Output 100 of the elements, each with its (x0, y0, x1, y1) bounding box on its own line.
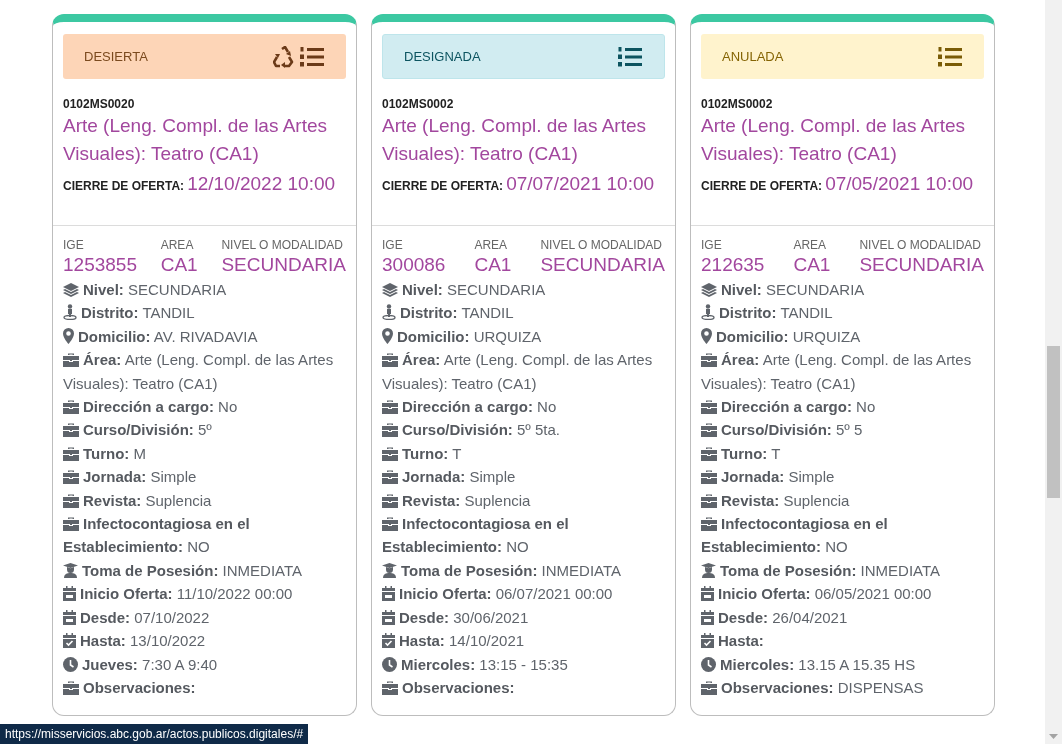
detail-row: Distrito: TANDIL (63, 301, 346, 325)
detail-row: Dirección a cargo: No (63, 395, 346, 419)
numbered-list-icon[interactable] (938, 46, 962, 67)
summary-label: IGE (63, 237, 85, 253)
detail-row: Desde: 26/04/2021 (701, 605, 984, 630)
closing-label: CIERRE DE OFERTA: (701, 178, 823, 195)
detail-row: Domicilio: URQUIZA (701, 324, 984, 349)
detail-row-text: Infectocontagiosa en el Establecimiento: NO (382, 514, 570, 558)
detail-row: Dirección a cargo: No (701, 395, 984, 419)
detail-row: Curso/División: 5º 5ta. (382, 418, 665, 442)
layers-icon (382, 283, 398, 297)
briefcase-icon (382, 400, 398, 415)
detail-row-text: Infectocontagiosa en el Establecimiento: NO (701, 514, 889, 558)
detail-row: Curso/División: 5º 5 (701, 418, 984, 442)
briefcase-icon (701, 493, 717, 508)
closing-label: CIERRE DE OFERTA: (63, 178, 185, 195)
detail-row: Revista: Suplencia (63, 488, 346, 513)
briefcase-icon (382, 517, 398, 532)
briefcase-icon (701, 680, 717, 695)
detail-row: Jornada: Simple (701, 465, 984, 489)
detail-row: Revista: Suplencia (701, 488, 984, 513)
briefcase-icon (701, 446, 717, 461)
detail-row: Toma de Posesión: INMEDIATA (701, 558, 984, 583)
calendar-icon (382, 609, 395, 625)
scrollbar[interactable] (1045, 0, 1062, 744)
scrollbar-thumb[interactable] (1047, 346, 1060, 498)
person-pin-icon (701, 304, 715, 321)
briefcase-icon (701, 423, 717, 438)
briefcase-icon (63, 470, 79, 485)
closing-date: 07/05/2021 10:00 (825, 172, 974, 196)
person-pin-icon (382, 304, 396, 321)
briefcase-icon (701, 400, 717, 415)
offer-code: 0102MS0002 (382, 96, 455, 112)
briefcase-icon (382, 493, 398, 508)
summary-label: AREA (160, 237, 195, 253)
summary-value: CA1 (474, 253, 512, 277)
calendar-icon (701, 609, 714, 625)
briefcase-icon (63, 680, 79, 695)
calendar-check-icon (701, 633, 714, 649)
calendar-check-icon (382, 633, 395, 649)
summary-value: SECUNDARIA (540, 253, 665, 277)
summary-value: CA1 (793, 253, 831, 277)
briefcase-icon (382, 470, 398, 485)
briefcase-icon (63, 517, 79, 532)
detail-row: Turno: M (63, 441, 346, 466)
person-pin-icon (63, 304, 77, 321)
status-label: ANULADA (722, 47, 784, 66)
summary-value: 1253855 (63, 253, 137, 277)
offer-code: 0102MS0002 (701, 96, 774, 112)
detail-row: Observaciones: (63, 675, 346, 700)
map-marker-icon (701, 327, 712, 344)
clock-icon (63, 656, 78, 672)
detail-row: Toma de Posesión: INMEDIATA (382, 558, 665, 583)
detail-row: Inicio Oferta: 11/10/2022 00:00 (63, 582, 346, 606)
numbered-list-icon[interactable] (300, 46, 324, 67)
briefcase-icon (63, 400, 79, 415)
summary-value: CA1 (160, 253, 198, 277)
briefcase-icon (701, 517, 717, 532)
summary-value: 212635 (701, 253, 765, 277)
detail-row: Desde: 07/10/2022 (63, 605, 346, 630)
detail-row: Turno: T (701, 441, 984, 466)
summary-label: NIVEL O MODALIDAD (221, 237, 344, 253)
closing-date: 07/07/2021 10:00 (506, 172, 655, 196)
offer-title: Arte (Leng. Compl. de las Artes Visuales): Teatro (CA1) (63, 114, 328, 166)
offer-title: Arte (Leng. Compl. de las Artes Visuales): Teatro (CA1) (382, 114, 647, 166)
detail-row: Nivel: SECUNDARIA (63, 278, 346, 302)
graduate-icon (701, 562, 716, 578)
briefcase-icon (701, 470, 717, 485)
clock-icon (382, 656, 397, 672)
briefcase-icon (382, 423, 398, 438)
detail-row: Hasta: 14/10/2021 (382, 629, 665, 653)
graduate-icon (63, 562, 78, 578)
briefcase-icon (63, 353, 79, 368)
detail-row: Distrito: TANDIL (382, 301, 665, 325)
map-marker-icon (63, 327, 74, 344)
briefcase-icon (63, 493, 79, 508)
detail-row: Curso/División: 5º (63, 418, 346, 442)
summary-value: 300086 (382, 253, 446, 277)
summary-label: AREA (793, 237, 828, 253)
detail-row: Distrito: TANDIL (701, 301, 984, 325)
detail-row: Jornada: Simple (63, 465, 346, 489)
detail-row: Nivel: SECUNDARIA (701, 278, 984, 302)
graduate-icon (382, 562, 397, 578)
detail-row-text: Área: Arte (Leng. Compl. de las Artes Visuales): Teatro (CA1) (382, 350, 654, 394)
calendar-icon (382, 586, 395, 602)
summary-label: AREA (474, 237, 509, 253)
summary-value: SECUNDARIA (221, 253, 346, 277)
briefcase-icon (63, 423, 79, 438)
status-label: DESIGNADA (404, 47, 481, 66)
detail-row: Jornada: Simple (382, 465, 665, 489)
briefcase-icon (701, 353, 717, 368)
clock-icon (701, 656, 716, 672)
detail-row: Miercoles: 13:15 - 15:35 (382, 652, 665, 676)
calendar-icon (701, 586, 714, 602)
status-label: DESIERTA (84, 47, 148, 66)
link-url-tooltip: https://misservicios.abc.gob.ar/actos.publicos.digitales/# (0, 724, 309, 744)
numbered-list-icon[interactable] (618, 46, 642, 67)
offer-code: 0102MS0020 (63, 96, 136, 112)
summary-value: SECUNDARIA (859, 253, 984, 277)
detail-row: Observaciones: DISPENSAS (701, 675, 984, 700)
